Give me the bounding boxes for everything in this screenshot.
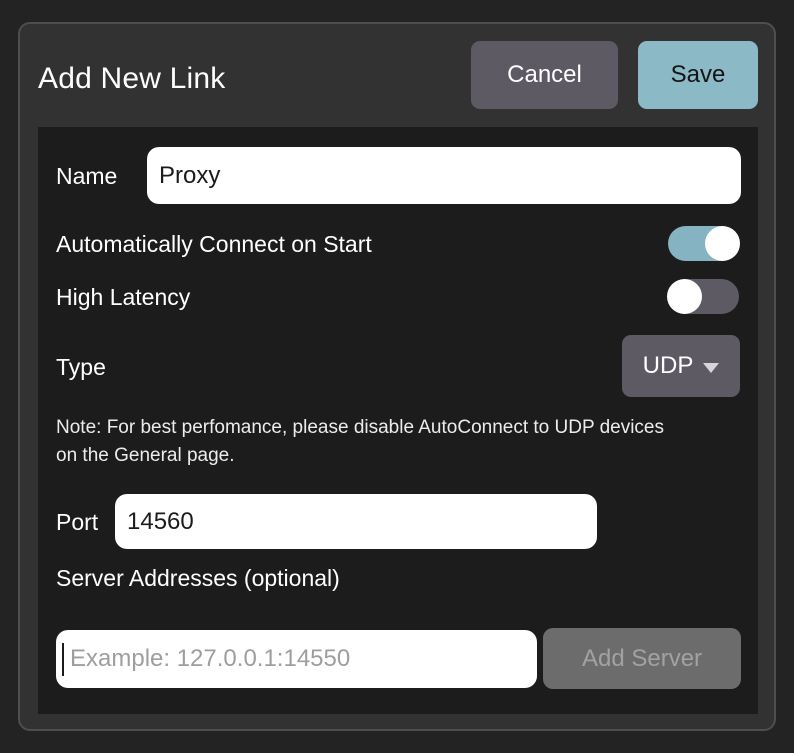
add-server-button[interactable]: Add Server bbox=[543, 628, 741, 689]
server-addresses-label: Server Addresses (optional) bbox=[56, 565, 340, 591]
high-latency-toggle[interactable] bbox=[668, 279, 739, 314]
type-dropdown[interactable]: UDP bbox=[622, 335, 740, 397]
port-input[interactable] bbox=[115, 494, 597, 549]
save-button[interactable]: Save bbox=[638, 41, 758, 109]
dialog-title: Add New Link bbox=[38, 60, 226, 98]
text-cursor bbox=[62, 643, 64, 676]
type-label: Type bbox=[56, 354, 106, 380]
name-label: Name bbox=[56, 163, 117, 189]
high-latency-label: High Latency bbox=[56, 284, 190, 310]
port-label: Port bbox=[56, 509, 98, 535]
type-selected-value: UDP bbox=[643, 352, 694, 380]
name-input[interactable] bbox=[147, 147, 741, 204]
auto-connect-label: Automatically Connect on Start bbox=[56, 231, 372, 257]
link-settings-panel: Name Automatically Connect on Start High… bbox=[38, 127, 758, 714]
toggle-knob bbox=[705, 226, 740, 261]
cancel-button[interactable]: Cancel bbox=[471, 41, 618, 109]
udp-note-line: Note: For best perfomance, please disabl… bbox=[56, 414, 746, 442]
udp-note: Note: For best perfomance, please disabl… bbox=[56, 414, 746, 470]
auto-connect-toggle[interactable] bbox=[668, 226, 739, 261]
chevron-down-icon bbox=[703, 363, 719, 373]
udp-note-line: on the General page. bbox=[56, 442, 746, 470]
toggle-knob bbox=[667, 279, 702, 314]
add-new-link-dialog: Add New Link Cancel Save Name Automatica… bbox=[18, 22, 776, 731]
server-address-input[interactable] bbox=[56, 630, 537, 688]
